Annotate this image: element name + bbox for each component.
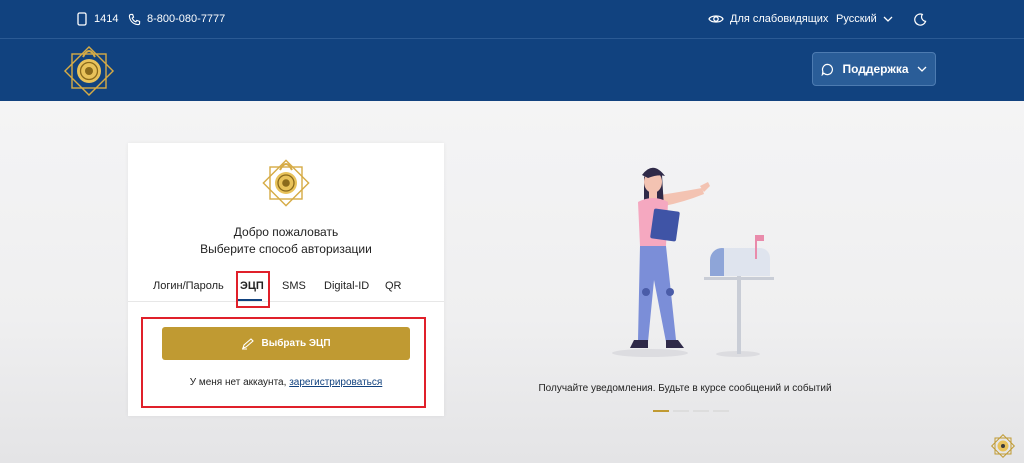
top-bar: 1414 8-800-080-7777 Для слабовидящих Рус… (0, 0, 1024, 38)
moon-icon (914, 12, 927, 26)
welcome-title: Добро пожаловать (233, 225, 339, 239)
chevron-down-icon (917, 66, 926, 72)
notification-illustration (612, 167, 774, 357)
accessibility-label: Для слабовидящих (730, 13, 829, 25)
tab-sms[interactable]: SMS (282, 280, 306, 292)
select-ecp-button[interactable]: Выбрать ЭЦП (162, 327, 410, 360)
language-dropdown[interactable]: Русский (836, 0, 893, 38)
support-button[interactable]: Поддержка (812, 52, 936, 86)
chat-bubble-icon (822, 63, 834, 76)
language-label: Русский (836, 13, 877, 25)
slide-dot[interactable] (653, 410, 669, 412)
phone-link[interactable]: 8-800-080-7777 (128, 0, 225, 38)
eye-icon (708, 15, 724, 23)
chevron-down-icon (883, 16, 893, 22)
register-prompt: У меня нет аккаунта, зарегистрироваться (162, 377, 410, 388)
tab-login-password[interactable]: Логин/Пароль (153, 280, 224, 292)
accessibility-link[interactable]: Для слабовидящих (708, 0, 828, 38)
short-number: 1414 (94, 13, 119, 25)
slide-dot[interactable] (673, 410, 689, 412)
slide-dot[interactable] (693, 410, 709, 412)
no-account-text: У меня нет аккаунта, (189, 377, 287, 388)
pen-icon (242, 337, 255, 349)
corner-emblem-icon (990, 433, 1016, 459)
phone-icon (128, 13, 141, 25)
auth-method-subtitle: Выберите способ авторизации (200, 242, 372, 256)
select-ecp-label: Выбрать ЭЦП (261, 338, 331, 349)
support-label: Поддержка (842, 62, 909, 76)
promo-caption: Получайте уведомления. Будьте в курсе со… (538, 383, 832, 394)
auth-tabs: Логин/Пароль ЭЦП SMS Digital-ID QR (128, 273, 444, 302)
register-link[interactable]: зарегистрироваться (289, 377, 382, 388)
emblem-logo-icon (262, 159, 310, 207)
tab-highlight-box (236, 271, 270, 308)
tab-qr[interactable]: QR (385, 280, 402, 292)
theme-toggle[interactable] (914, 0, 927, 38)
emblem-logo-icon[interactable] (63, 44, 115, 96)
slide-indicators (653, 410, 729, 412)
tab-digital-id[interactable]: Digital-ID (324, 280, 369, 292)
phone-number: 8-800-080-7777 (147, 13, 226, 25)
mobile-phone-icon (77, 12, 87, 26)
slide-dot[interactable] (713, 410, 729, 412)
short-number-link[interactable]: 1414 (76, 0, 118, 38)
